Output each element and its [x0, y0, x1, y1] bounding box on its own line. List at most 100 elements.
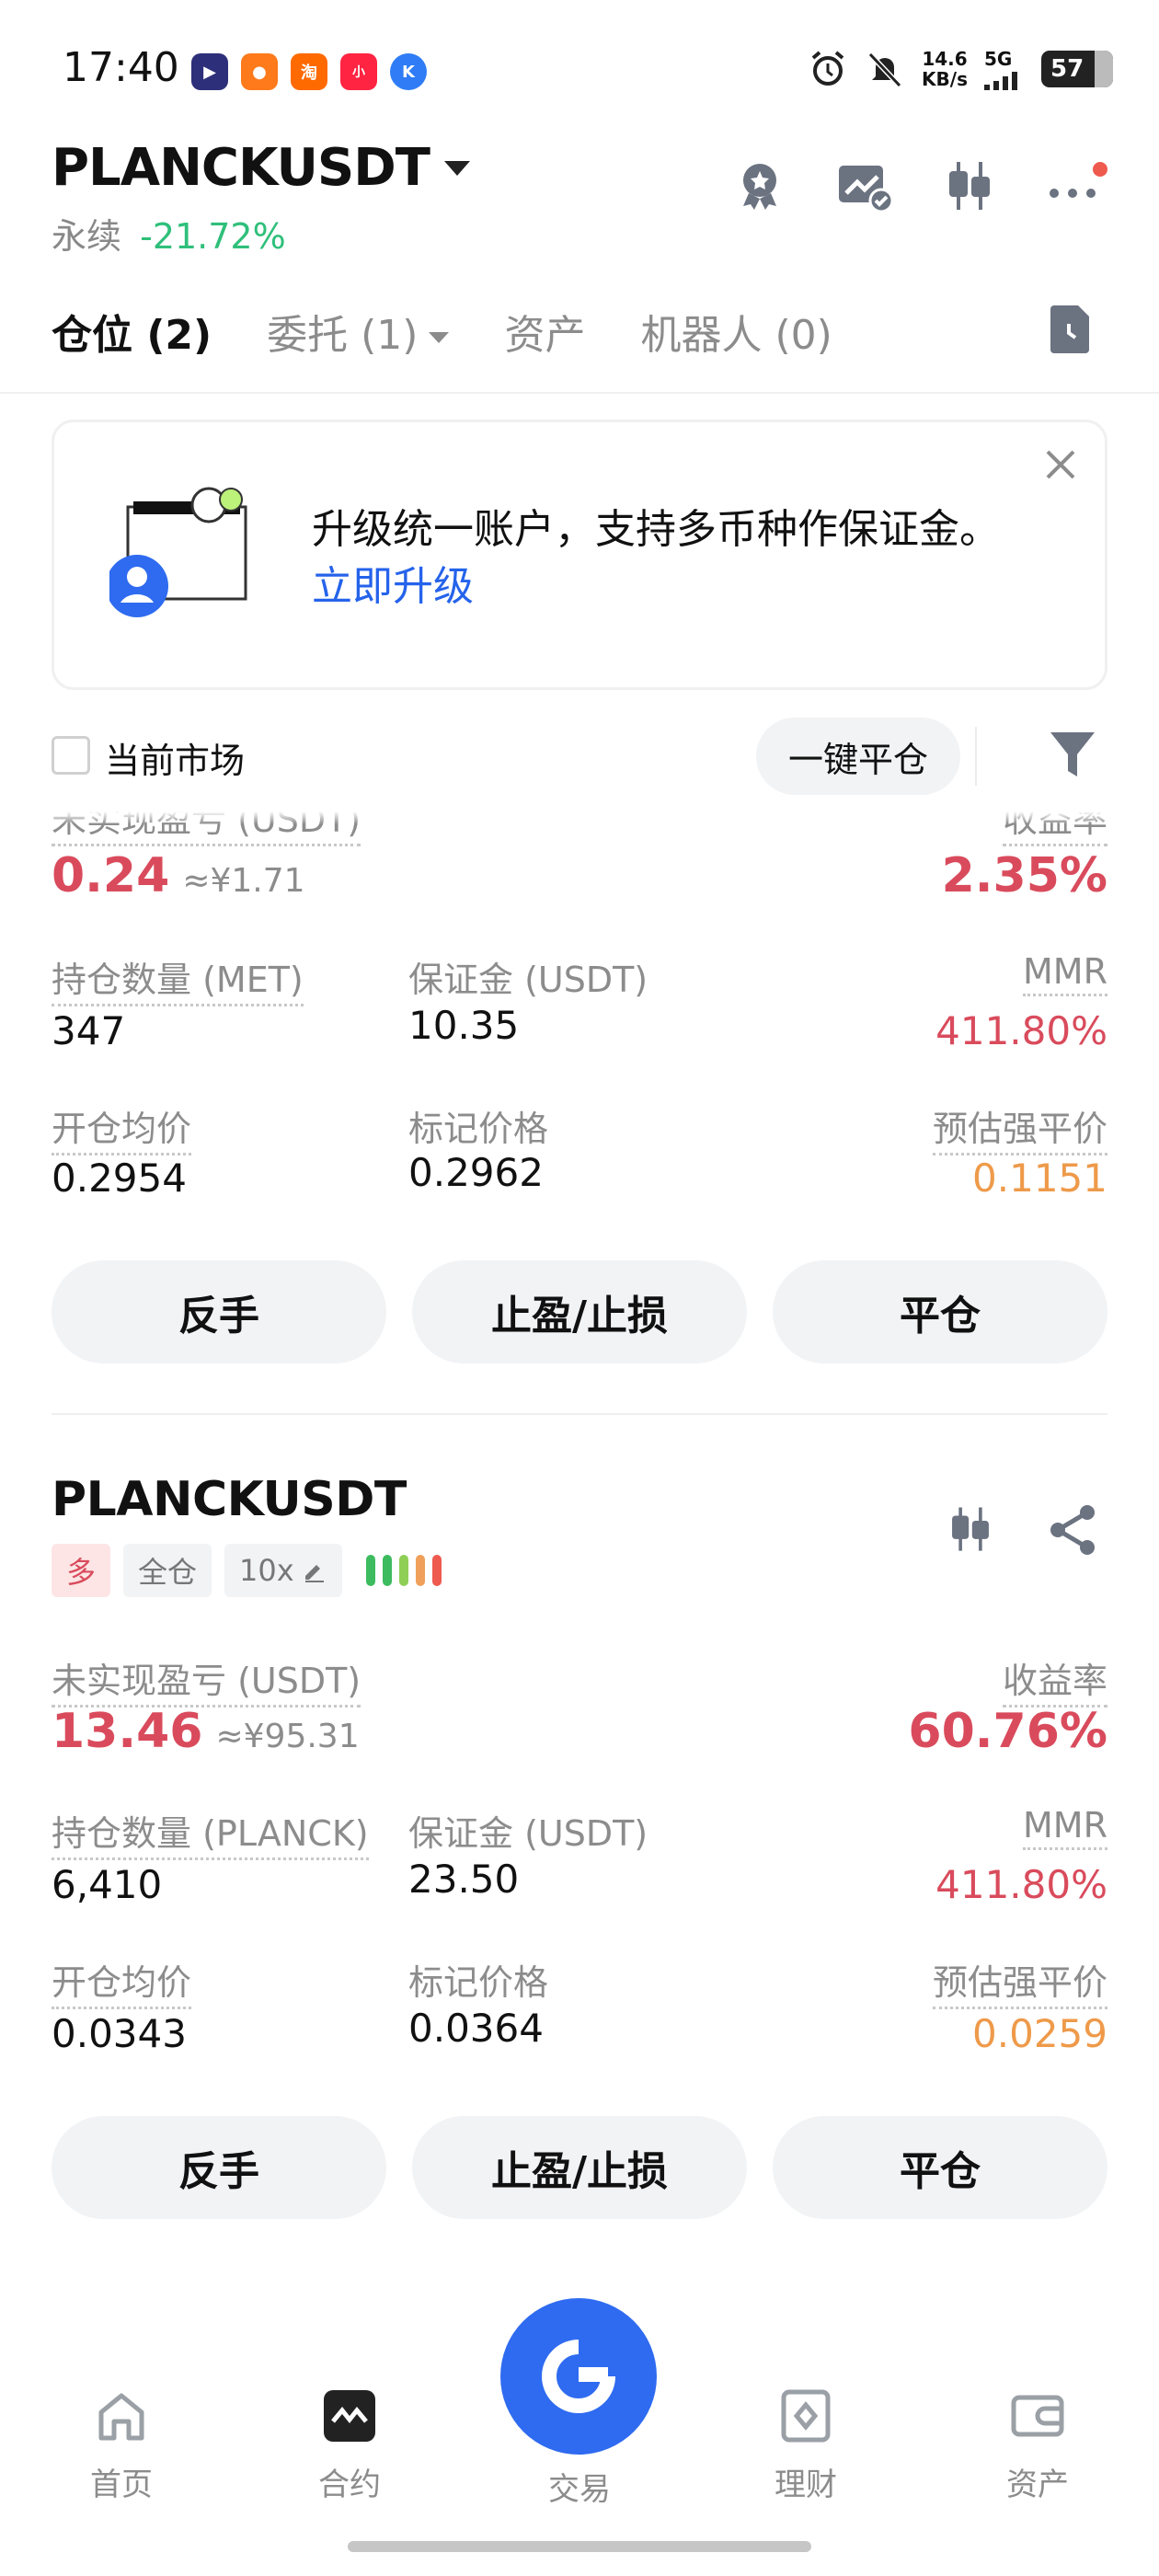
close-position-button[interactable]: 平仓 — [773, 2116, 1107, 2219]
earn-icon — [781, 2389, 831, 2443]
mmr-value: 411.80% — [935, 1008, 1107, 1053]
edit-icon — [304, 1565, 324, 1582]
roe-label[interactable]: 收益率 — [1002, 1652, 1107, 1708]
mmr-value: 411.80% — [935, 1862, 1107, 1907]
taobao-app-icon: 淘 — [291, 53, 327, 90]
gesture-home-bar[interactable] — [348, 2541, 811, 2552]
quantity-value: 347 — [52, 1008, 126, 1053]
header-actions — [730, 156, 1107, 215]
candlestick-icon[interactable] — [940, 156, 999, 215]
unrealized-pnl-label[interactable]: 未实现盈亏 (USDT) — [52, 1652, 361, 1708]
mmr-label[interactable]: MMR — [1023, 1805, 1107, 1850]
margin-label: 保证金 (USDT) — [408, 960, 648, 1000]
nav-assets-label: 资产 — [1006, 2467, 1069, 2503]
kuaishou-app-icon: ● — [241, 53, 278, 90]
network-speed: 14.6 KB/s — [922, 48, 968, 90]
mark-price-value: 0.0364 — [408, 2006, 544, 2051]
margin-value[interactable]: 23.50 — [408, 1857, 519, 1902]
unrealized-pnl: 13.46 ≈¥95.31 — [52, 1704, 360, 1759]
adl-indicator[interactable] — [365, 1555, 442, 1586]
current-market-checkbox[interactable] — [52, 736, 90, 775]
xiaohongshu-app-icon: 小 — [340, 53, 377, 90]
close-all-button[interactable]: 一键平仓 — [756, 718, 960, 795]
notification-dot — [1093, 162, 1107, 177]
tp-sl-button[interactable]: 止盈/止损 — [412, 2116, 747, 2219]
nav-trade-button[interactable] — [500, 2298, 657, 2455]
pair-selector[interactable]: PLANCKUSDT — [52, 138, 470, 198]
entry-price-label[interactable]: 开仓均价 — [52, 1100, 192, 1156]
nav-trade-label[interactable]: 交易 — [506, 2464, 653, 2509]
side-tag: 多 — [52, 1544, 111, 1597]
liq-price-value: 0.1151 — [972, 1156, 1107, 1201]
nav-home[interactable]: 首页 — [48, 2388, 195, 2504]
wallet-icon — [1011, 2395, 1064, 2437]
battery-indicator: 57 — [1041, 51, 1113, 87]
more-menu-button[interactable] — [1045, 156, 1107, 215]
quantity-value: 6,410 — [52, 1862, 163, 1907]
filter-icon[interactable] — [1049, 729, 1096, 780]
pair-subtitle: 永续 -21.72% — [52, 208, 286, 259]
liq-price-value: 0.0259 — [972, 2011, 1107, 2056]
signal-icon — [984, 72, 1017, 90]
margin-label: 保证金 (USDT) — [408, 1813, 648, 1854]
tab-divider — [0, 392, 1159, 394]
divider — [975, 727, 977, 786]
margin-value[interactable]: 10.35 — [408, 1003, 519, 1048]
entry-price-value: 0.2954 — [52, 1156, 187, 1201]
nav-home-label: 首页 — [90, 2467, 153, 2503]
liq-price-label[interactable]: 预估强平价 — [932, 1100, 1107, 1156]
quantity-label[interactable]: 持仓数量 (PLANCK) — [52, 1805, 369, 1860]
nav-futures[interactable]: 合约 — [276, 2388, 423, 2504]
k-app-icon: K — [390, 53, 427, 90]
mmr-label[interactable]: MMR — [1023, 951, 1107, 996]
mark-price-value: 0.2962 — [408, 1150, 544, 1195]
mark-price-label: 标记价格 — [408, 1109, 549, 1149]
nav-futures-label: 合约 — [318, 2467, 381, 2503]
scroll-fade — [0, 811, 1159, 824]
home-icon — [98, 2393, 144, 2441]
candlestick-icon[interactable] — [944, 1500, 997, 1558]
mute-bell-icon — [867, 52, 902, 88]
alarm-icon — [811, 51, 844, 86]
unified-account-illustration-icon — [109, 487, 247, 617]
liq-price-label[interactable]: 预估强平价 — [932, 1954, 1107, 2009]
price-change: -21.72% — [140, 216, 286, 257]
share-icon[interactable] — [1047, 1503, 1100, 1557]
tab-orders[interactable]: 委托 (1) — [267, 302, 449, 361]
reverse-button[interactable]: 反手 — [52, 2116, 386, 2219]
tab-positions[interactable]: 仓位 (2) — [52, 302, 212, 361]
reverse-button[interactable]: 反手 — [52, 1260, 386, 1363]
position-symbol[interactable]: PLANCKUSDT — [52, 1472, 407, 1527]
history-document-icon[interactable] — [1047, 304, 1093, 355]
roe-value: 60.76% — [908, 1704, 1107, 1759]
mark-price-label: 标记价格 — [408, 1962, 549, 2003]
roe-value: 2.35% — [941, 848, 1107, 903]
chevron-down-icon — [443, 160, 470, 176]
entry-price-label[interactable]: 开仓均价 — [52, 1954, 192, 2009]
position-card-1: 未实现盈亏 (USDT) 收益率 0.24 ≈¥1.71 2.35% 持仓数量 (… — [0, 811, 1159, 1378]
unrealized-pnl: 0.24 ≈¥1.71 — [52, 848, 305, 903]
current-market-label[interactable]: 当前市场 — [105, 732, 245, 783]
chart-check-icon[interactable] — [835, 156, 894, 215]
close-position-button[interactable]: 平仓 — [773, 1260, 1107, 1363]
tp-sl-button[interactable]: 止盈/止损 — [412, 1260, 747, 1363]
trade-icon — [542, 2340, 615, 2413]
close-icon[interactable] — [1042, 446, 1079, 483]
badge-icon[interactable] — [730, 156, 789, 215]
pair-name: PLANCKUSDT — [52, 138, 430, 198]
nav-earn[interactable]: 理财 — [732, 2388, 879, 2504]
status-time: 17:40 — [63, 44, 179, 91]
upgrade-banner[interactable]: 升级统一账户，支持多币种作保证金。立即升级 — [52, 420, 1107, 690]
tab-bots[interactable]: 机器人 (0) — [640, 302, 832, 361]
leverage-tag[interactable]: 10x — [224, 1544, 342, 1597]
futures-icon — [324, 2390, 375, 2442]
nav-assets[interactable]: 资产 — [964, 2388, 1111, 2504]
tab-assets[interactable]: 资产 — [504, 302, 585, 361]
nav-earn-label: 理财 — [775, 2467, 837, 2503]
upgrade-now-link[interactable]: 立即升级 — [312, 563, 474, 610]
notification-app-icons: ▶ ● 淘 小 K — [191, 53, 427, 90]
margin-mode-tag[interactable]: 全仓 — [123, 1544, 212, 1597]
play-app-icon: ▶ — [191, 53, 228, 90]
position-divider — [52, 1413, 1107, 1415]
quantity-label[interactable]: 持仓数量 (MET) — [52, 951, 304, 1006]
